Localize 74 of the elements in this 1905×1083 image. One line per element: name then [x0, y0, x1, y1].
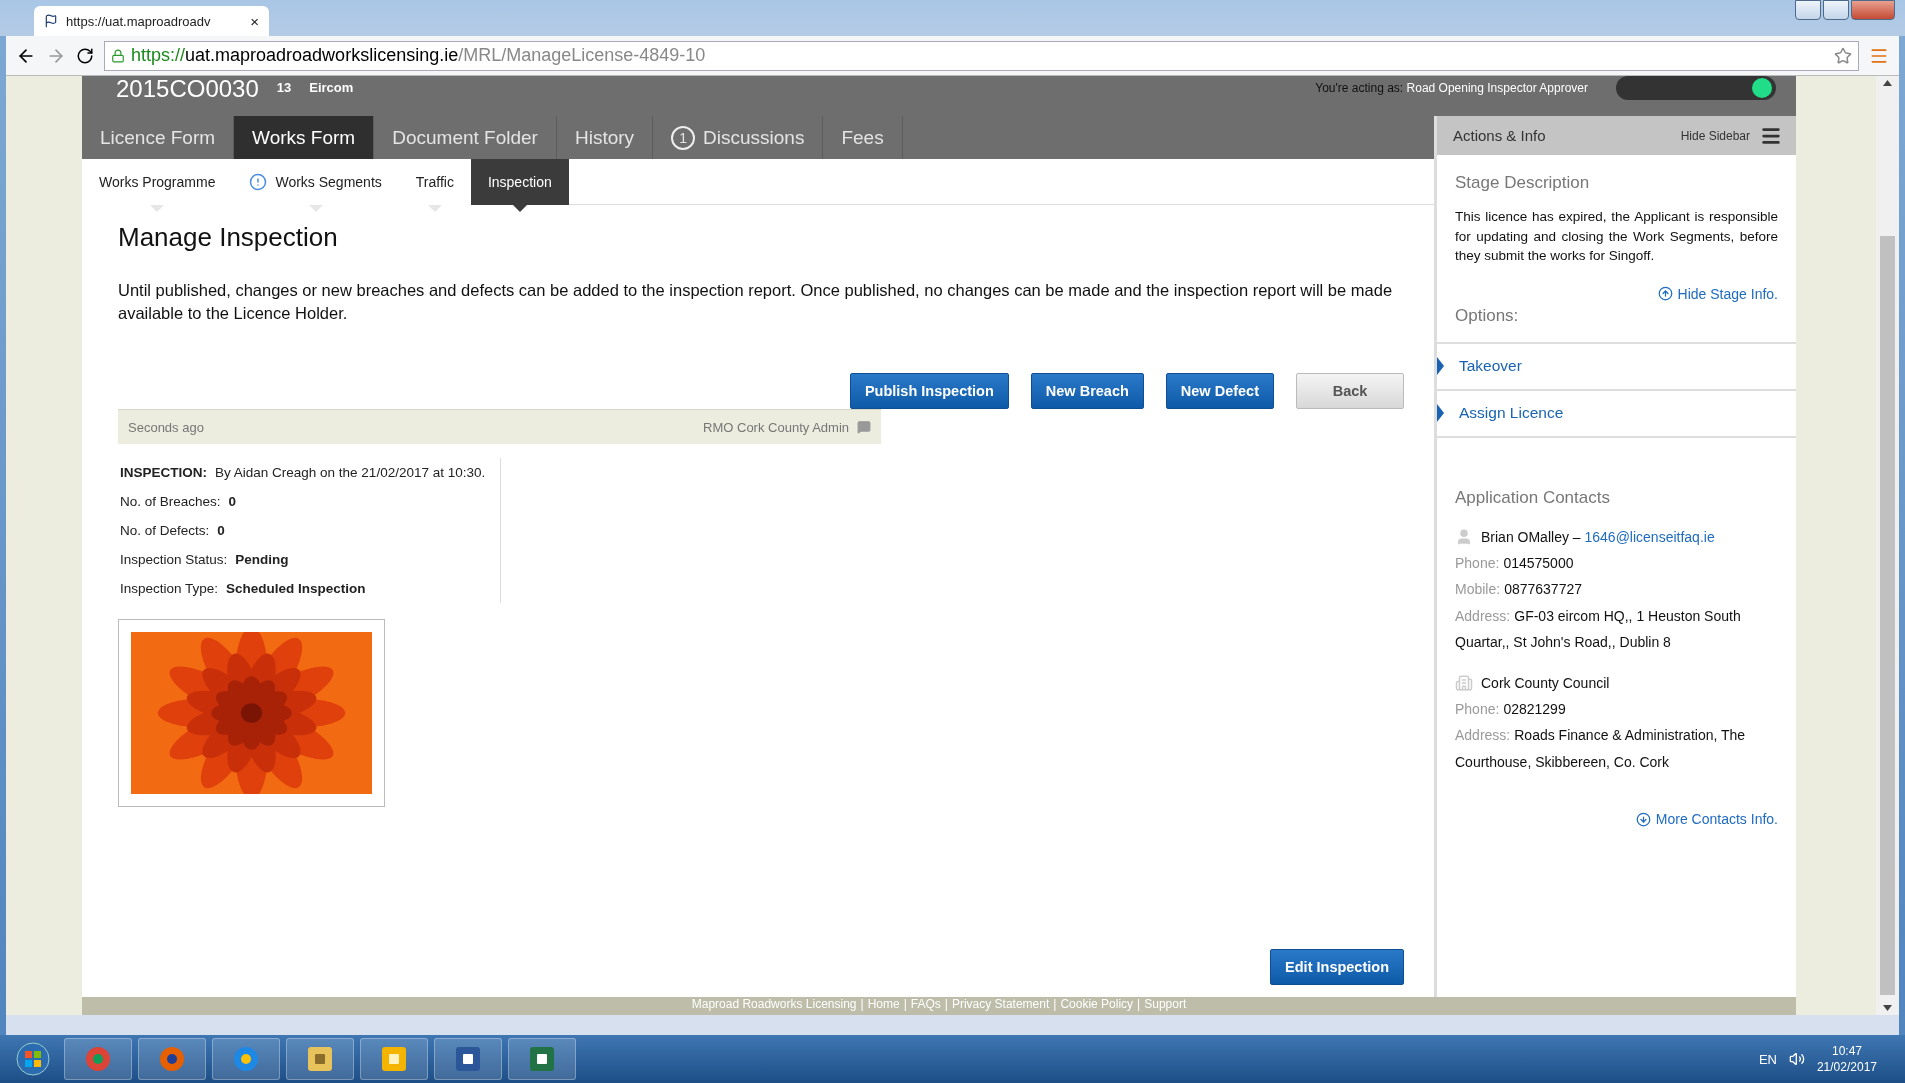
- language-indicator[interactable]: EN: [1758, 1051, 1777, 1067]
- contact-field: Address: GF-03 eircom HQ,, 1 Heuston South Quartar,, St John's Road,, Dublin 8: [1455, 602, 1778, 656]
- lock-icon: [111, 48, 125, 63]
- tab-pointer-icon: [427, 205, 442, 212]
- app-icon[interactable]: [286, 1038, 354, 1080]
- contact-name: Cork County Council: [1481, 673, 1610, 693]
- footer-separator: |: [1137, 997, 1141, 1013]
- close-icon[interactable]: ×: [250, 12, 259, 30]
- section-heading: Options:: [1455, 305, 1520, 326]
- entry-time: Seconds ago: [128, 419, 204, 435]
- hide-sidebar-link[interactable]: Hide Sidebar: [1680, 128, 1750, 143]
- section-heading: Application Contacts: [1455, 487, 1611, 508]
- volume-icon[interactable]: [1788, 1051, 1805, 1067]
- app-icon[interactable]: [212, 1038, 280, 1080]
- acting-as-text: You're acting as: Road Opening Inspector Approver: [1315, 81, 1588, 95]
- sub-tab[interactable]: Inspection: [470, 159, 569, 205]
- footer-separator: |: [1053, 997, 1057, 1013]
- option-link[interactable]: Takeover: [1437, 343, 1796, 391]
- tab-pointer-icon: [308, 205, 323, 212]
- detail-line: Inspection Type: Scheduled Inspection: [120, 580, 367, 598]
- main-tab[interactable]: Works Form: [234, 116, 375, 159]
- entry-author: RMO Cork County Admin: [703, 419, 849, 435]
- detail-line: No. of Breaches: 0: [120, 493, 238, 511]
- maximize-button[interactable]: [1823, 0, 1849, 20]
- address-bar[interactable]: https://uat.maproadroadworkslicensing.ie/MRL/ManageLicense-4849-10: [104, 40, 1859, 71]
- edit-inspection-button[interactable]: Edit Inspection: [1270, 949, 1404, 985]
- browser-tab[interactable]: https://uat.maproadroadv ×: [34, 6, 269, 36]
- footer-separator: |: [903, 997, 907, 1013]
- licence-reference: 2015CO0030: [116, 76, 259, 102]
- option-link[interactable]: Assign Licence: [1437, 390, 1796, 438]
- scroll-down-icon[interactable]: [1883, 1005, 1892, 1011]
- hide-stage-link[interactable]: Hide Stage Info.: [1455, 285, 1778, 302]
- contact-field: Address: Roads Finance & Administration, The Courthouse, Skibbereen, Co. Cork: [1455, 722, 1778, 775]
- action-button[interactable]: Publish Inspection: [849, 373, 1009, 409]
- more-contacts-link[interactable]: More Contacts Info.: [1455, 811, 1778, 827]
- scrollbar[interactable]: [1876, 76, 1899, 1015]
- email-link[interactable]: 1646@licenseitfaq.ie: [1584, 528, 1715, 545]
- tab-pointer-icon: [150, 205, 165, 212]
- count-badge: 1: [671, 125, 696, 150]
- footer-separator: |: [944, 997, 948, 1013]
- footer-separator: |: [860, 997, 864, 1013]
- section-heading: Stage Description: [1455, 173, 1591, 193]
- reload-icon[interactable]: [76, 46, 94, 65]
- detail-line: INSPECTION: By Aidan Creagh on the 21/02/2017 at 10:30.: [120, 464, 487, 482]
- licence-number: 13: [276, 80, 292, 95]
- close-button[interactable]: [1851, 0, 1895, 20]
- clock[interactable]: 10:47 21/02/2017: [1816, 1043, 1897, 1075]
- role-toggle[interactable]: [1616, 76, 1776, 100]
- detail-line: No. of Defects: 0: [120, 522, 226, 540]
- detail-line: Inspection Status: Pending: [120, 551, 290, 569]
- action-button[interactable]: New Defect: [1165, 373, 1274, 409]
- flag-icon: [44, 14, 58, 28]
- intro-text: Until published, changes or new breaches and defects can be added to the inspection report. Once published, no changes can be made and the inspection report will be made available to the Licence Holder.: [118, 280, 1394, 324]
- app-icon[interactable]: [360, 1038, 428, 1080]
- alert-icon: [249, 173, 268, 191]
- minimize-button[interactable]: [1795, 0, 1821, 20]
- person-icon: [1455, 527, 1473, 546]
- company-name: Eircom: [309, 80, 354, 95]
- contact-field: Mobile: 0877637727: [1455, 576, 1778, 603]
- action-button[interactable]: New Breach: [1030, 373, 1144, 409]
- back-button[interactable]: Back: [1296, 373, 1404, 409]
- contact-field: Phone: 014575000: [1455, 549, 1778, 576]
- tab-pointer-icon: [512, 205, 527, 212]
- app-icon[interactable]: [508, 1038, 576, 1080]
- scroll-up-icon[interactable]: [1883, 80, 1892, 86]
- star-icon[interactable]: [1834, 46, 1852, 65]
- contact-field: Phone: 02821299: [1455, 695, 1778, 722]
- app-icon[interactable]: [434, 1038, 502, 1080]
- page-title: Manage Inspection: [118, 222, 339, 253]
- building-icon: [1455, 673, 1473, 692]
- contact-name: Brian OMalley – 1646@licenseitfaq.ie: [1481, 527, 1715, 547]
- app-icon[interactable]: [138, 1038, 206, 1080]
- sidebar-title: Actions & Info: [1453, 127, 1546, 144]
- stage-description: This licence has expired, the Applicant is responsible for updating and closing the Work Segments, before they submit the works for Singoff.: [1455, 208, 1778, 265]
